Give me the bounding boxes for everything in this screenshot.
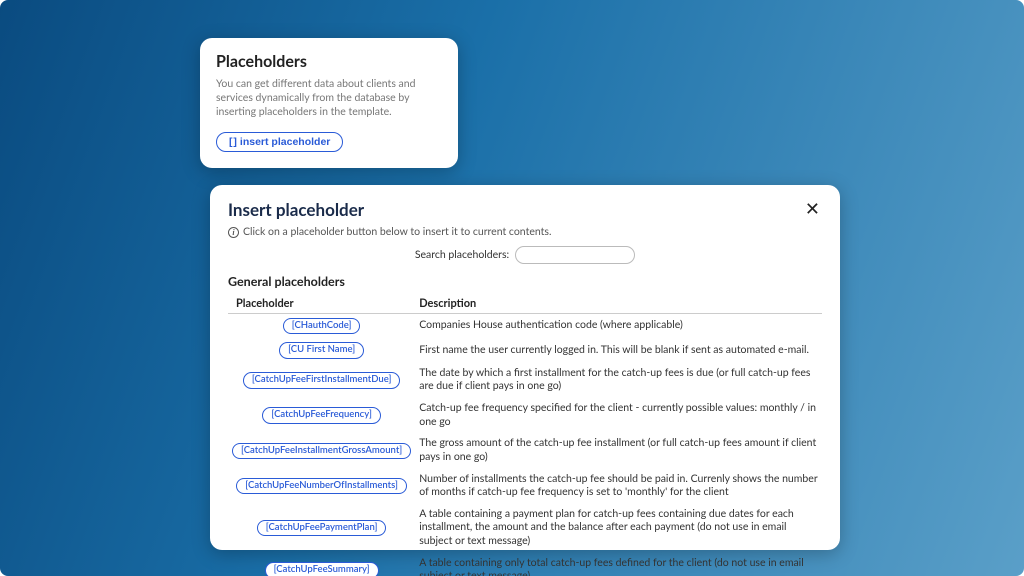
modal-title: Insert placeholder — [228, 199, 364, 220]
table-row: [CHauthCode] Companies House authenticati… — [228, 314, 822, 339]
close-icon[interactable]: ✕ — [803, 199, 822, 217]
app-background: Placeholders You can get different data … — [0, 0, 1024, 576]
placeholder-pill[interactable]: [CatchUpFeeInstallmentGrossAmount] — [232, 443, 411, 459]
table-row: [CatchUpFeeNumberOfInstallments] Number o… — [228, 469, 822, 504]
placeholder-table: Placeholder Description [CHauthCode] Comp… — [228, 293, 822, 576]
info-icon: i — [228, 227, 239, 238]
table-row: [CatchUpFeeInstallmentGrossAmount]The gr… — [228, 433, 822, 468]
placeholder-pill[interactable]: [CatchUpFeeFrequency] — [262, 407, 381, 423]
search-label: Search placeholders: — [415, 249, 509, 261]
table-row: [CatchUpFeeFrequency] Catch-up fee freque… — [228, 398, 822, 433]
intro-title: Placeholders — [216, 52, 442, 71]
placeholders-intro-card: Placeholders You can get different data … — [200, 38, 458, 168]
placeholder-description: A table containing a payment plan for ca… — [415, 504, 822, 553]
table-row: [CatchUpFeeFirstInstallmentDue] The date … — [228, 363, 822, 398]
placeholder-pill[interactable]: [CHauthCode] — [283, 318, 361, 334]
search-input[interactable] — [515, 246, 635, 264]
search-row: Search placeholders: — [228, 246, 822, 264]
modal-hint: i Click on a placeholder button below to… — [228, 226, 822, 238]
placeholder-description: Catch-up fee frequency specified for the… — [415, 398, 822, 433]
placeholder-pill[interactable]: [CatchUpFeePaymentPlan] — [257, 520, 387, 536]
placeholder-pill[interactable]: [CU First Name] — [279, 342, 364, 358]
insert-placeholder-modal: Insert placeholder ✕ i Click on a placeh… — [210, 185, 840, 550]
table-row: [CatchUpFeePaymentPlan] A table containin… — [228, 504, 822, 553]
placeholder-description: The gross amount of the catch-up fee ins… — [415, 433, 822, 468]
section-title: General placeholders — [228, 274, 822, 289]
insert-placeholder-button-label: insert placeholder — [240, 136, 330, 148]
insert-placeholder-button[interactable]: [ ] insert placeholder — [216, 132, 343, 152]
col-description: Description — [415, 293, 822, 314]
placeholder-description: First name the user currently logged in.… — [415, 338, 822, 362]
placeholder-description: A table containing only total catch-up f… — [415, 553, 822, 576]
placeholder-description: Companies House authentication code (whe… — [415, 314, 822, 339]
table-row: [CU First Name] First name the user curre… — [228, 338, 822, 362]
placeholder-pill[interactable]: [CatchUpFeeNumberOfInstallments] — [236, 478, 407, 494]
placeholder-pill[interactable]: [CatchUpFeeSummary] — [265, 562, 379, 576]
intro-body: You can get different data about clients… — [216, 77, 442, 120]
placeholder-pill[interactable]: [CatchUpFeeFirstInstallmentDue] — [243, 372, 401, 388]
modal-hint-text: Click on a placeholder button below to i… — [243, 226, 551, 238]
col-placeholder: Placeholder — [228, 293, 415, 314]
table-row: [CatchUpFeeSummary] A table containing on… — [228, 553, 822, 576]
placeholder-description: Number of installments the catch-up fee … — [415, 469, 822, 504]
placeholder-description: The date by which a first installment fo… — [415, 363, 822, 398]
brackets-icon: [ ] — [229, 136, 236, 148]
